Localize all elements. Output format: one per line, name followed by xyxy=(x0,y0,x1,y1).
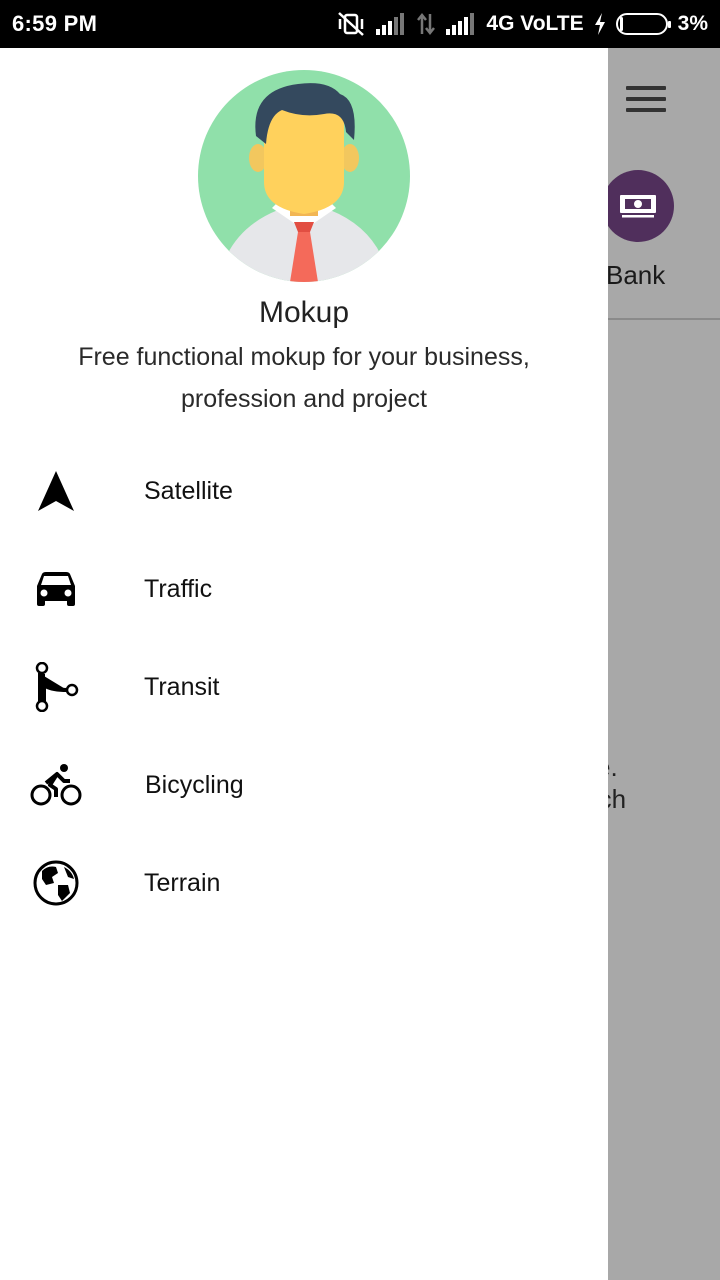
menu-item-terrain[interactable]: Terrain xyxy=(0,834,608,932)
money-icon xyxy=(620,195,656,218)
network-type: 4G VoLTE xyxy=(486,12,584,35)
vibrate-off-icon xyxy=(338,12,365,36)
status-icons: 4G VoLTE 3% xyxy=(336,11,708,37)
status-bar: 6:59 PM 4G VoLTE 3% xyxy=(0,0,720,48)
navigation-drawer: Mokup Free functional mokup for your bus… xyxy=(0,48,608,1280)
menu-item-traffic[interactable]: Traffic xyxy=(0,540,608,638)
menu-item-label: Transit xyxy=(144,672,220,701)
menu-item-label: Terrain xyxy=(144,868,221,897)
profile-name: Mokup xyxy=(258,296,350,329)
divider xyxy=(600,318,720,320)
profile-description: Free functional mokup for your business,… xyxy=(78,343,530,413)
menu-item-label: Bicycling xyxy=(145,770,244,799)
signal-icon xyxy=(376,13,405,35)
menu-item-transit[interactable]: Transit xyxy=(0,638,608,736)
data-transfer-icon xyxy=(417,12,436,36)
bike-icon xyxy=(30,759,82,811)
globe-icon xyxy=(30,857,82,909)
route-icon xyxy=(30,661,82,713)
charging-icon xyxy=(594,13,605,35)
menu-item-satellite[interactable]: Satellite xyxy=(0,442,608,540)
avatar xyxy=(198,70,410,282)
car-icon xyxy=(30,563,82,615)
bank-label: Bank xyxy=(606,260,666,290)
menu-item-label: Satellite xyxy=(144,476,233,505)
navigation-arrow-icon xyxy=(30,465,82,517)
battery-percent: 3% xyxy=(677,12,708,35)
battery-icon xyxy=(615,13,671,35)
signal-icon-2 xyxy=(446,13,475,35)
menu-item-label: Traffic xyxy=(144,574,213,603)
menu-item-bicycling[interactable]: Bicycling xyxy=(0,736,608,834)
status-time: 6:59 PM xyxy=(12,11,98,36)
bank-icon[interactable] xyxy=(602,170,674,242)
hamburger-menu-icon[interactable] xyxy=(626,86,666,114)
